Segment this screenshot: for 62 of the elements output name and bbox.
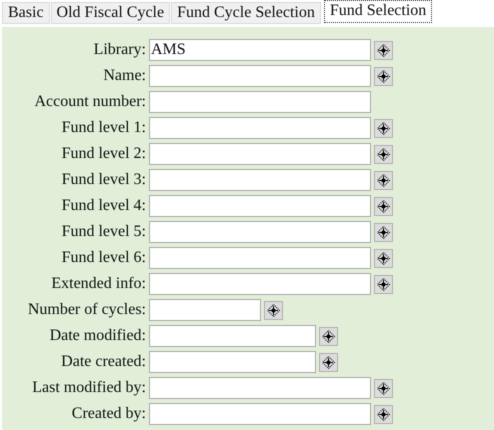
lookup-button[interactable] [374,196,393,216]
lookup-icon [322,330,335,342]
input-field[interactable] [149,273,371,295]
tab[interactable]: Fund Cycle Selection [171,2,321,24]
input-field[interactable] [149,377,371,399]
field-label: Fund level 1: [60,119,146,137]
input-field[interactable] [149,247,371,269]
lookup-button[interactable] [374,274,393,294]
lookup-icon [377,226,390,238]
tab[interactable]: Old Fiscal Cycle [50,2,170,24]
field-label: Fund level 2: [60,145,146,163]
tab[interactable]: Fund Selection [324,0,432,23]
input-field[interactable] [149,65,371,87]
input-field[interactable] [149,143,371,165]
lookup-icon [322,356,335,368]
field-label: Last modified by: [31,379,146,397]
lookup-button[interactable] [374,378,393,398]
lookup-button[interactable] [374,66,393,86]
lookup-button[interactable] [319,326,338,346]
tab[interactable]: Basic [2,2,50,24]
field-label: Fund level 3: [60,171,146,189]
lookup-icon [377,70,390,82]
field-label: Name: [102,67,146,85]
lookup-button[interactable] [319,352,338,372]
lookup-button[interactable] [374,170,393,190]
field-label: Date created: [60,353,146,371]
lookup-icon [377,200,390,212]
input-field[interactable] [149,325,316,347]
field-label: Number of cycles: [26,301,146,319]
field-label: Account number: [33,93,146,111]
input-field[interactable] [149,221,371,243]
input-field[interactable] [149,195,371,217]
lookup-icon [377,44,390,56]
lookup-button[interactable] [374,404,393,424]
field-label: Fund level 5: [60,223,146,241]
lookup-button[interactable] [374,118,393,138]
lookup-button[interactable] [264,300,283,320]
lookup-icon [377,148,390,160]
input-field[interactable] [149,91,371,113]
input-field[interactable] [149,403,371,425]
field-label: Extended info: [50,275,146,293]
lookup-button[interactable] [374,144,393,164]
lookup-button[interactable] [374,248,393,268]
lookup-icon [377,174,390,186]
input-field[interactable] [149,351,316,373]
input-field[interactable]: AMS [149,39,371,61]
input-field[interactable] [149,169,371,191]
lookup-icon [377,122,390,134]
input-field[interactable] [149,299,261,321]
lookup-icon [377,382,390,394]
lookup-button[interactable] [374,40,393,60]
lookup-icon [267,304,280,316]
field-label: Date modified: [48,327,146,345]
input-field[interactable] [149,117,371,139]
lookup-button[interactable] [374,222,393,242]
field-label: Library: [92,41,146,59]
lookup-icon [377,252,390,264]
lookup-icon [377,408,390,420]
field-label: Created by: [70,405,146,423]
lookup-icon [377,278,390,290]
field-label: Fund level 4: [60,197,146,215]
field-label: Fund level 6: [60,249,146,267]
